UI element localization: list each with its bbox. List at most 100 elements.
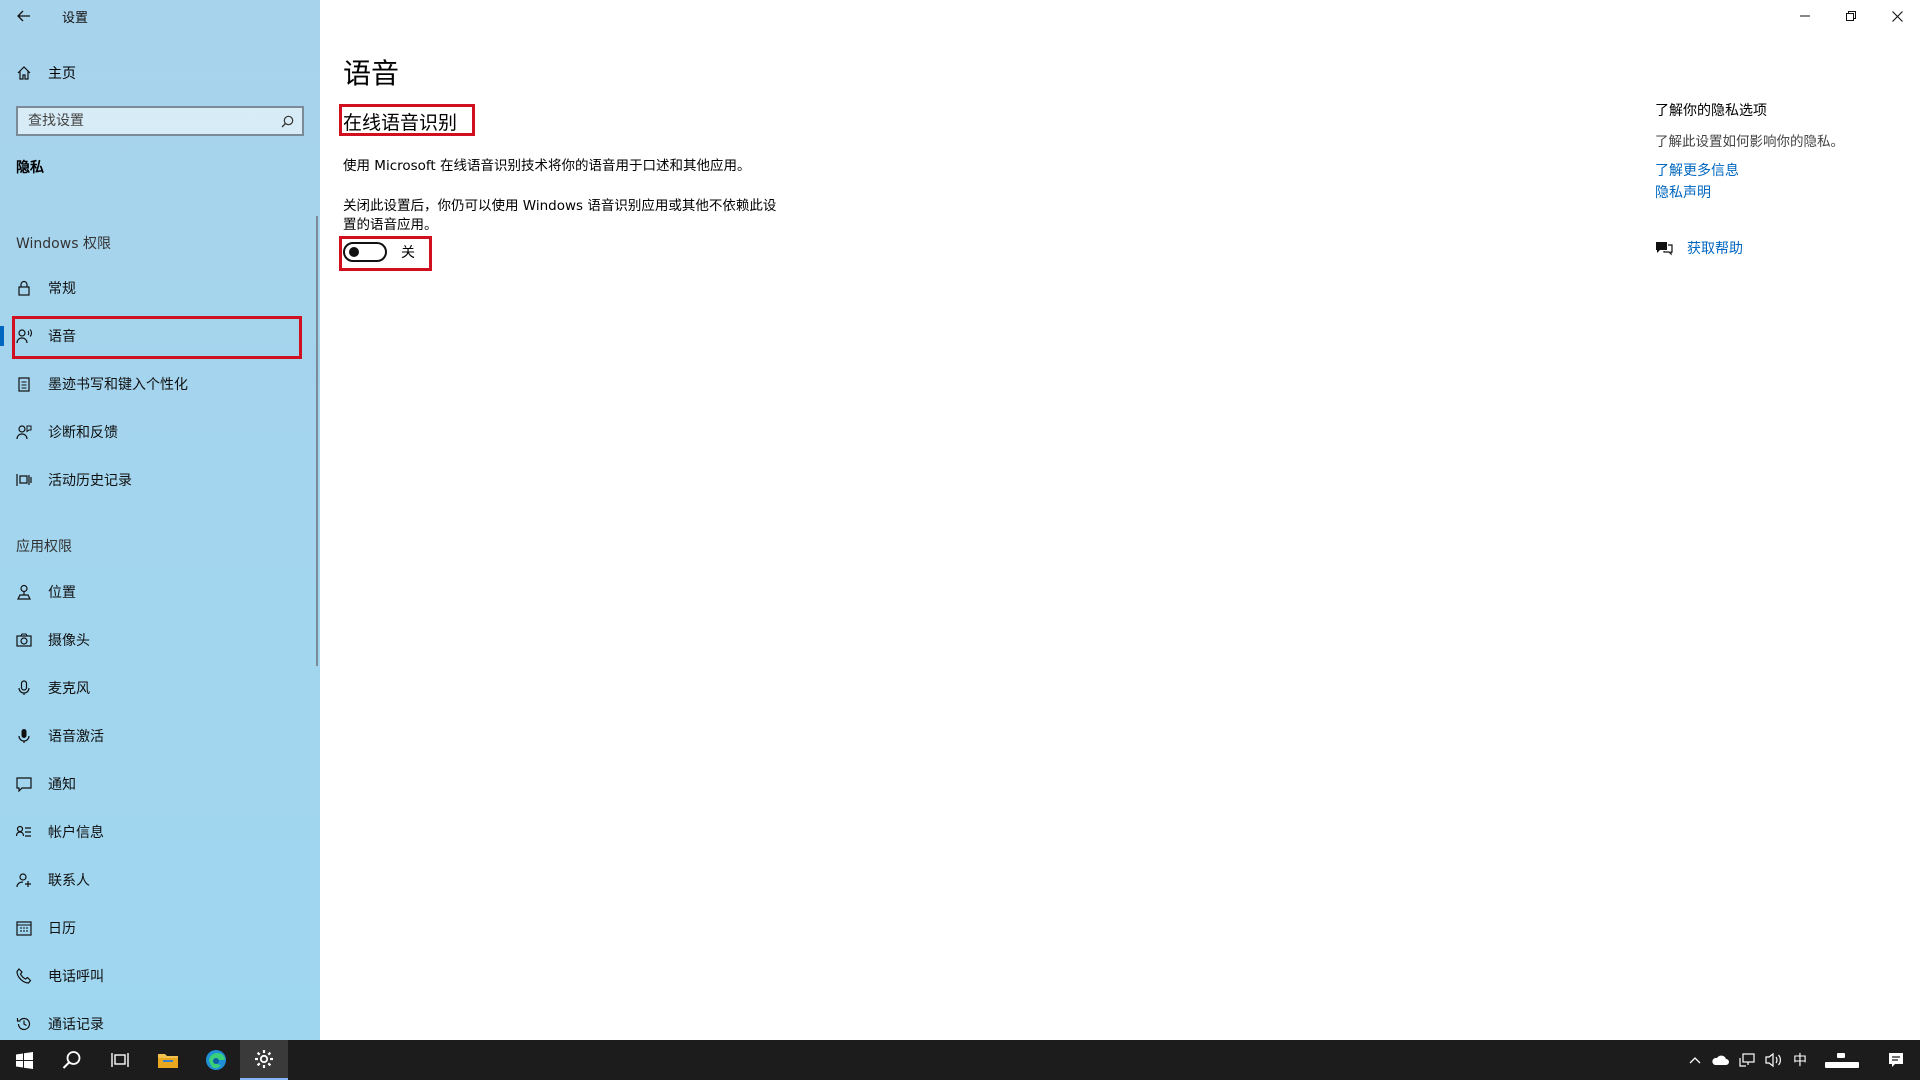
sidebar-item-label: 诊断和反馈 — [48, 425, 118, 441]
taskbar: 中 — [0, 1040, 1920, 1080]
privacy-statement-link[interactable]: 隐私声明 — [1655, 182, 1895, 202]
onedrive-button[interactable] — [1706, 1040, 1734, 1080]
network-icon — [1739, 1053, 1755, 1067]
sidebar-item-microphone[interactable]: 麦克风 — [0, 668, 320, 708]
titlebar-left: 设置 — [0, 0, 320, 32]
voice-activation-icon — [16, 728, 32, 744]
sidebar-item-notifications[interactable]: 通知 — [0, 764, 320, 804]
search-icon — [62, 1051, 81, 1069]
sidebar-item-label: 摄像头 — [48, 633, 90, 649]
edge-icon — [206, 1050, 226, 1070]
sidebar-item-label: 通话记录 — [48, 1017, 104, 1033]
group-label-windows-permissions: Windows 权限 — [16, 236, 111, 252]
sidebar-item-label: 活动历史记录 — [48, 473, 132, 489]
task-view-button[interactable] — [96, 1040, 144, 1080]
show-hidden-icons-button[interactable] — [1684, 1040, 1706, 1080]
sidebar-item-voice-activation[interactable]: 语音激活 — [0, 716, 320, 756]
search-input[interactable] — [28, 113, 272, 129]
help-chat-icon — [1656, 242, 1673, 256]
notification-icon — [1889, 1053, 1903, 1067]
lock-icon — [16, 280, 32, 296]
annotation-highlight-speech — [12, 316, 302, 359]
sidebar-item-label: 帐户信息 — [48, 825, 104, 841]
speaker-icon — [1765, 1052, 1781, 1068]
feedback-icon — [16, 424, 32, 440]
camera-icon — [16, 632, 32, 648]
sidebar-item-label: 电话呼叫 — [48, 969, 104, 985]
app-title: 设置 — [62, 10, 89, 26]
home-label: 主页 — [48, 66, 76, 82]
group-label-app-permissions: 应用权限 — [16, 539, 72, 555]
input-method-indicator[interactable]: 中 — [1788, 1040, 1812, 1080]
sidebar-item-location[interactable]: 位置 — [0, 572, 320, 612]
back-arrow-icon — [17, 10, 30, 22]
learn-more-link[interactable]: 了解更多信息 — [1655, 160, 1895, 180]
microphone-icon — [16, 680, 32, 696]
minimize-icon — [1800, 15, 1810, 17]
network-button[interactable] — [1734, 1040, 1760, 1080]
related-privacy-panel: 了解你的隐私选项 了解此设置如何影响你的隐私。 了解更多信息 隐私声明 — [1655, 100, 1895, 202]
sidebar-item-inking-typing[interactable]: 墨迹书写和键入个性化 — [0, 364, 320, 404]
start-icon — [15, 1051, 33, 1069]
description-primary: 使用 Microsoft 在线语音识别技术将你的语音用于口述和其他应用。 — [343, 158, 751, 174]
back-button[interactable] — [0, 0, 48, 32]
sidebar-item-label: 通知 — [48, 777, 76, 793]
contacts-icon — [16, 872, 32, 888]
close-icon — [1891, 10, 1903, 22]
clock-time-redacted — [1837, 1052, 1845, 1058]
restore-icon — [1846, 11, 1856, 21]
privacy-options-title: 了解你的隐私选项 — [1655, 103, 1767, 119]
settings-taskbar-button[interactable] — [240, 1040, 288, 1080]
sidebar-item-activity-history[interactable]: 活动历史记录 — [0, 460, 320, 500]
volume-button[interactable] — [1760, 1040, 1788, 1080]
sidebar-item-label: 常规 — [48, 281, 76, 297]
notification-icon — [16, 776, 32, 792]
minimize-button[interactable] — [1782, 0, 1828, 32]
call-history-icon — [16, 1016, 32, 1032]
close-button[interactable] — [1874, 0, 1920, 32]
search-icon[interactable] — [272, 115, 302, 128]
taskbar-search-button[interactable] — [48, 1040, 96, 1080]
sidebar-item-account-info[interactable]: 帐户信息 — [0, 812, 320, 852]
sidebar-item-label: 位置 — [48, 585, 76, 601]
settings-icon — [255, 1050, 273, 1068]
annotation-highlight-toggle — [339, 236, 432, 271]
sidebar-scrollbar[interactable] — [316, 216, 318, 666]
window-controls — [1782, 0, 1920, 32]
start-button[interactable] — [0, 1040, 48, 1080]
sidebar-item-camera[interactable]: 摄像头 — [0, 620, 320, 660]
get-help-link[interactable]: 获取帮助 — [1655, 238, 1743, 258]
timeline-icon — [16, 472, 32, 488]
nav-home[interactable]: 主页 — [0, 56, 320, 90]
sidebar-item-diagnostics[interactable]: 诊断和反馈 — [0, 412, 320, 452]
action-center-button[interactable] — [1872, 1040, 1920, 1080]
restore-button[interactable] — [1828, 0, 1874, 32]
sidebar: 设置 主页 隐私 Windows 权限 常规 语音 墨迹书写和键入个性化 — [0, 0, 320, 1040]
sidebar-item-general[interactable]: 常规 — [0, 268, 320, 308]
privacy-options-description: 了解此设置如何影响你的隐私。 — [1655, 134, 1844, 150]
sidebar-item-label: 墨迹书写和键入个性化 — [48, 377, 188, 393]
sidebar-item-label: 麦克风 — [48, 681, 90, 697]
sidebar-item-label: 语音激活 — [48, 729, 104, 745]
chevron-up-icon — [1689, 1057, 1701, 1064]
system-tray: 中 — [1684, 1040, 1920, 1080]
calendar-icon — [16, 920, 32, 936]
cloud-icon — [1712, 1055, 1729, 1065]
sidebar-item-label: 日历 — [48, 921, 76, 937]
search-box[interactable] — [16, 106, 304, 136]
sidebar-item-calendar[interactable]: 日历 — [0, 908, 320, 948]
clock[interactable] — [1812, 1040, 1872, 1080]
phone-icon — [16, 968, 32, 984]
clipboard-icon — [16, 376, 32, 392]
file-explorer-icon — [158, 1054, 178, 1068]
file-explorer-button[interactable] — [144, 1040, 192, 1080]
location-icon — [16, 584, 32, 600]
edge-button[interactable] — [192, 1040, 240, 1080]
sidebar-item-call-history[interactable]: 通话记录 — [0, 1004, 320, 1040]
task-view-icon — [111, 1053, 129, 1067]
account-info-icon — [16, 824, 32, 840]
sidebar-item-phone-calls[interactable]: 电话呼叫 — [0, 956, 320, 996]
sidebar-item-contacts[interactable]: 联系人 — [0, 860, 320, 900]
description-secondary: 关闭此设置后，你仍可以使用 Windows 语音识别应用或其他不依赖此设置的语音… — [343, 198, 777, 233]
page-title: 语音 — [343, 57, 400, 90]
